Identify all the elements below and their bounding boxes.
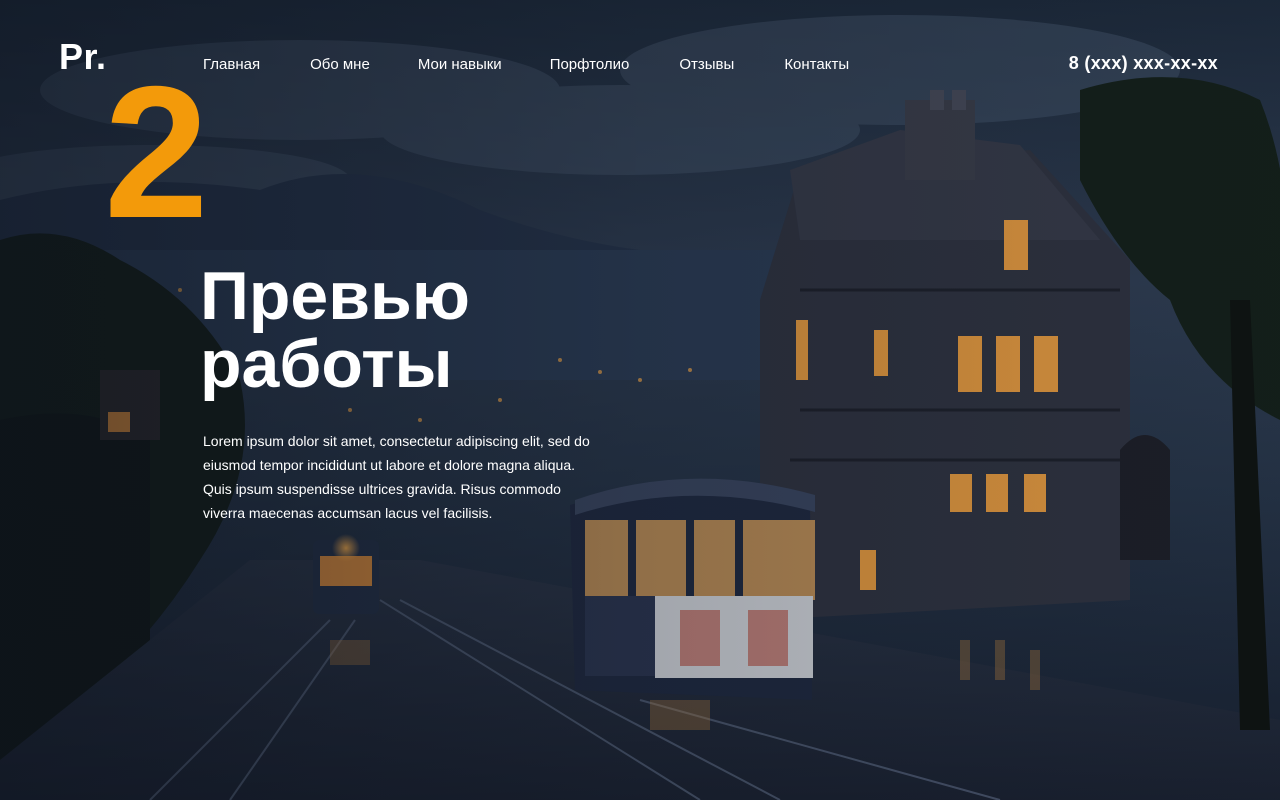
- hero-description: Lorem ipsum dolor sit amet, consectetur …: [203, 433, 590, 521]
- nav-item-about[interactable]: Обо мне: [310, 56, 370, 74]
- title-line-1: Превью: [200, 258, 470, 334]
- main-nav: Главная Обо мне Мои навыки Порфтолио Отз…: [203, 56, 899, 74]
- nav-item-portfolio[interactable]: Порфтолио: [550, 56, 630, 74]
- title-line-2: работы: [200, 326, 453, 402]
- page-title: Превью работы: [200, 262, 620, 398]
- hero-section: Pr. Главная Обо мне Мои навыки Порфтолио…: [0, 0, 1280, 800]
- section-number: 2: [104, 47, 209, 257]
- logo[interactable]: Pr.: [59, 36, 107, 78]
- phone-number[interactable]: 8 (xxx) xxx-xx-xx: [1069, 53, 1218, 74]
- nav-item-reviews[interactable]: Отзывы: [679, 56, 734, 74]
- nav-item-contacts[interactable]: Контакты: [784, 56, 849, 74]
- nav-item-home[interactable]: Главная: [203, 56, 260, 74]
- nav-item-skills[interactable]: Мои навыки: [418, 56, 502, 74]
